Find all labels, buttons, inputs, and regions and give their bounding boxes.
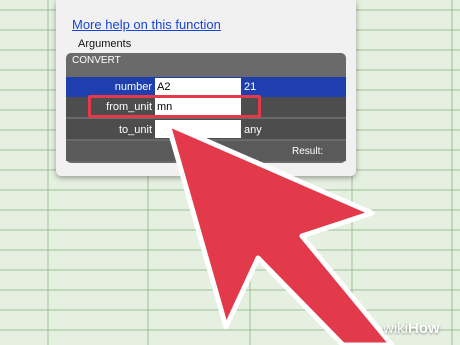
screenshot: More help on this function Arguments CON… — [0, 0, 460, 345]
pointer-arrow-icon — [165, 121, 395, 345]
wikihow-watermark: wikiHow — [383, 320, 440, 337]
